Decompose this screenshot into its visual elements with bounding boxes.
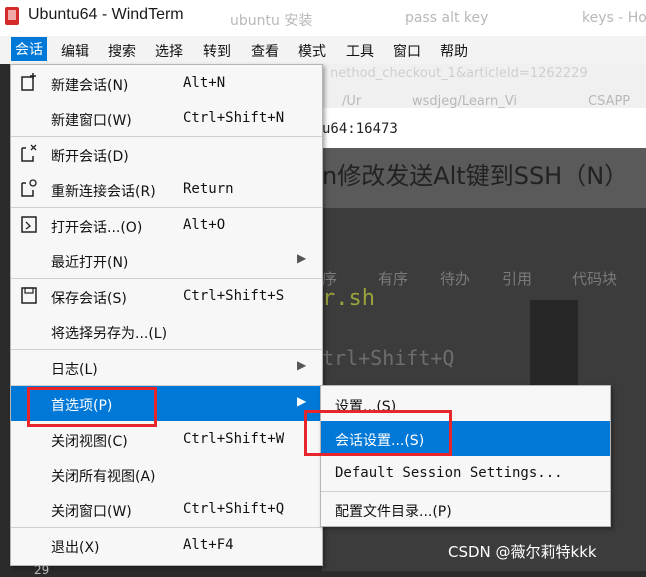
menu-item-disconnect[interactable]: 断开会话(D) bbox=[11, 137, 322, 172]
menu-item-reconnect[interactable]: 重新连接会话(R) Return bbox=[11, 172, 322, 207]
background-heading: n修改发送Alt键到SSH（N） bbox=[322, 162, 629, 190]
background-tab: pass alt key bbox=[405, 10, 489, 26]
menu-item-log[interactable]: 日志(L) ▶ bbox=[11, 350, 322, 385]
csdn-watermark: CSDN @薇尔莉特kkk bbox=[448, 543, 597, 561]
code-line: r.sh bbox=[322, 286, 375, 311]
preferences-submenu: 设置...(S) 会话设置...(S) Default Session Sett… bbox=[320, 385, 611, 527]
save-icon bbox=[21, 287, 37, 304]
menu-item-shortcut: Return bbox=[183, 181, 234, 197]
menu-item-new-window[interactable]: 新建窗口(W) Ctrl+Shift+N bbox=[11, 101, 322, 136]
chevron-right-icon: ▶ bbox=[297, 358, 307, 372]
new-session-icon bbox=[21, 73, 36, 91]
menu-item-new-session[interactable]: 新建会话(N) Alt+N bbox=[11, 66, 322, 101]
menu-item-label: 打开会话...(O) bbox=[51, 220, 143, 236]
submenu-item-label: Default Session Settings... bbox=[335, 465, 563, 481]
submenu-item-label: 配置文件目录...(P) bbox=[335, 504, 452, 520]
menu-window[interactable]: 窗口 bbox=[393, 41, 421, 61]
open-session-icon bbox=[21, 216, 37, 233]
toolbar-label: 有序 bbox=[378, 270, 409, 288]
menu-item-close-window[interactable]: 关闭窗口(W) Ctrl+Shift+Q bbox=[11, 492, 322, 527]
menu-item-label: 将选择另存为...(L) bbox=[51, 326, 168, 342]
toolbar-label: 引用 bbox=[502, 270, 533, 288]
menu-item-shortcut: Alt+O bbox=[183, 217, 226, 233]
address-text: u64:16473 bbox=[322, 121, 398, 137]
menu-item-close-all-views[interactable]: 关闭所有视图(A) bbox=[11, 457, 322, 492]
menu-item-shortcut: Alt+F4 bbox=[183, 537, 234, 553]
menu-view[interactable]: 查看 bbox=[251, 41, 279, 61]
menu-item-label: 保存会话(S) bbox=[51, 291, 127, 307]
menu-item-shortcut: Alt+N bbox=[183, 75, 226, 91]
background-tab: keys - Ho bbox=[582, 10, 646, 26]
menu-item-save-selection[interactable]: 将选择另存为...(L) bbox=[11, 314, 322, 349]
menu-item-recent[interactable]: 最近打开(N) ▶ bbox=[11, 243, 322, 278]
annotation-box-preferences bbox=[27, 387, 157, 427]
menu-item-label: 退出(X) bbox=[51, 540, 100, 556]
windterm-app-icon bbox=[5, 7, 19, 25]
menu-item-open-session[interactable]: 打开会话...(O) Alt+O bbox=[11, 208, 322, 243]
menu-goto[interactable]: 转到 bbox=[203, 41, 231, 61]
submenu-item-default-session-settings[interactable]: Default Session Settings... bbox=[321, 456, 610, 491]
menu-item-close-view[interactable]: 关闭视图(C) Ctrl+Shift+W bbox=[11, 422, 322, 457]
menu-item-shortcut: Ctrl+Shift+N bbox=[183, 110, 285, 126]
menu-item-label: 日志(L) bbox=[51, 362, 98, 378]
background-browser-bar: nethod_checkout_1&articleId=1262229 /Ur … bbox=[322, 64, 646, 109]
code-line: trl+Shift+Q bbox=[322, 346, 455, 370]
disconnect-icon bbox=[21, 144, 37, 162]
menu-item-label: 新建会话(N) bbox=[51, 78, 129, 94]
chevron-right-icon: ▶ bbox=[297, 251, 307, 265]
menu-item-label: 关闭窗口(W) bbox=[51, 504, 132, 520]
background-bookmark: CSAPP bbox=[588, 94, 631, 109]
background-tab: ubuntu 安装 bbox=[230, 13, 313, 29]
menu-item-label: 断开会话(D) bbox=[51, 149, 129, 165]
menu-search[interactable]: 搜索 bbox=[108, 41, 136, 61]
line-number: 29 bbox=[34, 563, 50, 577]
menu-item-label: 关闭视图(C) bbox=[51, 434, 128, 450]
annotation-box-session-settings bbox=[304, 410, 452, 456]
menu-item-save-session[interactable]: 保存会话(S) Ctrl+Shift+S bbox=[11, 279, 322, 314]
menu-item-exit[interactable]: 退出(X) Alt+F4 bbox=[11, 528, 322, 563]
menu-item-shortcut: Ctrl+Shift+S bbox=[183, 288, 285, 304]
menu-item-shortcut: Ctrl+Shift+W bbox=[183, 431, 285, 447]
toolbar-label: 待办 bbox=[440, 270, 471, 288]
background-bookmark: wsdjeg/Learn_Vi bbox=[412, 94, 517, 109]
dark-panel bbox=[530, 300, 578, 390]
window-title: Ubuntu64 - WindTerm bbox=[28, 6, 184, 23]
background-url: nethod_checkout_1&articleId=1262229 bbox=[330, 66, 588, 81]
menu-session[interactable]: 会话 bbox=[11, 37, 47, 61]
menu-bar: 会话 编辑 搜索 选择 转到 查看 模式 工具 窗口 帮助 bbox=[0, 36, 646, 64]
reconnect-icon bbox=[21, 179, 37, 197]
menu-edit[interactable]: 编辑 bbox=[61, 41, 89, 61]
menu-select[interactable]: 选择 bbox=[155, 41, 183, 61]
menu-item-label: 最近打开(N) bbox=[51, 255, 129, 271]
menu-item-label: 新建窗口(W) bbox=[51, 113, 132, 129]
background-bookmark: /Ur bbox=[342, 94, 362, 109]
session-menu: 新建会话(N) Alt+N 新建窗口(W) Ctrl+Shift+N 断开会话(… bbox=[10, 64, 323, 566]
menu-help[interactable]: 帮助 bbox=[440, 41, 468, 61]
menu-item-shortcut: Ctrl+Shift+Q bbox=[183, 501, 285, 517]
menu-tools[interactable]: 工具 bbox=[346, 41, 374, 61]
menu-item-label: 重新连接会话(R) bbox=[51, 184, 156, 200]
toolbar-label: 代码块 bbox=[572, 270, 618, 288]
menu-mode[interactable]: 模式 bbox=[298, 41, 326, 61]
submenu-item-config-directory[interactable]: 配置文件目录...(P) bbox=[321, 492, 610, 527]
menu-item-label: 关闭所有视图(A) bbox=[51, 469, 156, 485]
title-bar: Ubuntu64 - WindTerm ubuntu 安装 pass alt k… bbox=[0, 0, 646, 36]
chevron-right-icon: ▶ bbox=[297, 394, 307, 408]
